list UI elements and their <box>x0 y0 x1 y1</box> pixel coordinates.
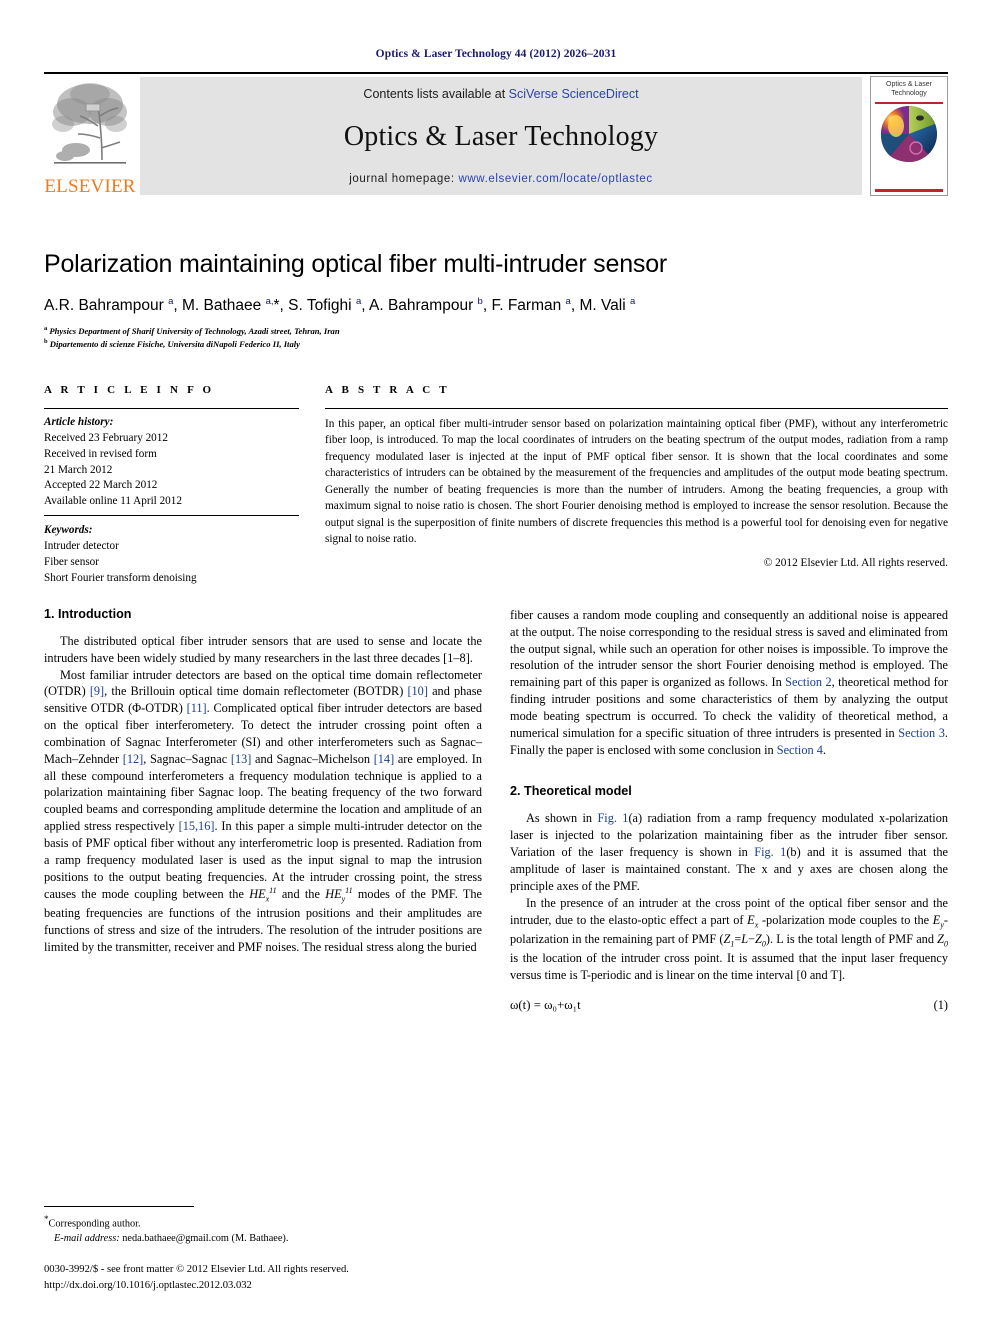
affiliation-b-text: Dipartemento di scienze Fisiche, Univers… <box>49 339 300 350</box>
elsevier-wordmark: ELSEVIER <box>44 176 136 197</box>
homepage-prefix: journal homepage: <box>349 173 459 185</box>
right-column: fiber causes a random mode coupling and … <box>510 607 948 1013</box>
article-info-heading: A R T I C L E I N F O <box>44 383 215 396</box>
abstract-column: A B S T R A C T In this paper, an optica… <box>325 384 948 587</box>
body-columns: 1. Introduction The distributed optical … <box>44 607 948 1013</box>
info-abstract-zone: A R T I C L E I N F O Article history: R… <box>44 384 948 587</box>
intro-p2-i: and the <box>276 886 326 901</box>
email-value[interactable]: neda.bathaee@gmail.com (M. Bathaee). <box>120 1233 288 1244</box>
banner-center: Contents lists available at SciVerse Sci… <box>140 77 862 195</box>
cover-title: Optics & Laser Technology <box>886 81 932 97</box>
symbol-z0: Z0 <box>937 931 948 949</box>
cover-divider-top <box>875 101 943 104</box>
mode-symbol-hey: HEy11 <box>325 885 353 904</box>
xref-section-4[interactable]: Section 4 <box>777 743 823 757</box>
cover-artwork <box>878 105 940 162</box>
contents-list-line: Contents lists available at SciVerse Sci… <box>363 87 638 101</box>
symbol-ey: Ey <box>932 912 944 929</box>
abstract-text: In this paper, an optical fiber multi-in… <box>325 417 948 546</box>
keyword-item: Short Fourier transform denoising <box>44 571 197 584</box>
cover-artwork-svg <box>880 105 937 162</box>
intro-p2-f: and Sagnac–Michelson <box>251 751 374 766</box>
journal-cover-thumbnail: Optics & Laser Technology <box>870 76 948 196</box>
running-head: Optics & Laser Technology 44 (2012) 2026… <box>375 48 617 60</box>
elsevier-logo: ELSEVIER <box>44 74 136 198</box>
corresponding-author-note: *Corresponding author. <box>44 1213 482 1232</box>
citation-15-16[interactable]: [15,16] <box>179 819 215 833</box>
expression-z1: Z1=L−Z0 <box>723 931 766 949</box>
contents-prefix: Contents lists available at <box>363 87 509 101</box>
citation-11[interactable]: [11] <box>187 701 207 715</box>
imprint-line-1: 0030-3992/$ - see front matter © 2012 El… <box>44 1264 349 1276</box>
intro-p1-text: The distributed optical fiber intruder s… <box>44 633 482 665</box>
history-item: Accepted 22 March 2012 <box>44 479 158 492</box>
intro-p2-b: , the Brillouin optical time domain refl… <box>104 684 408 699</box>
equation-1-row: ω(t) = ω₀+ω₁t (1) <box>510 998 948 1013</box>
journal-title: Optics & Laser Technology <box>343 121 659 152</box>
theory-p2-e: is the location of the intruder cross po… <box>510 951 948 983</box>
footnote-rule <box>44 1205 194 1207</box>
author-list: A.R. Bahrampour a, M. Bathaee a,*, S. To… <box>44 295 636 314</box>
symbol-ex: Ex <box>747 912 759 929</box>
theory-p2-d: ). L is the total length of PMF and <box>765 931 938 946</box>
abstract-copyright: © 2012 Elsevier Ltd. All rights reserved… <box>763 556 948 569</box>
citation-14[interactable]: [14] <box>374 752 395 766</box>
history-item: 21 March 2012 <box>44 463 113 476</box>
article-info-column: A R T I C L E I N F O Article history: R… <box>44 384 299 587</box>
article-history-label: Article history: <box>44 415 114 428</box>
keyword-item: Fiber sensor <box>44 556 99 569</box>
theory-paragraph-2: In the presence of an intruder at the cr… <box>510 895 948 984</box>
affiliation-b: b Dipartemento di scienze Fisiche, Unive… <box>44 338 948 350</box>
affiliation-a-text: Physics Department of Sharif University … <box>49 325 340 336</box>
equation-1-number: (1) <box>933 998 948 1013</box>
intro-paragraph-2: Most familiar intruder detectors are bas… <box>44 667 482 956</box>
affiliation-marker-a: a <box>44 325 48 333</box>
heading-theoretical-model: 2. Theoretical model <box>510 784 632 799</box>
imprint-line-2[interactable]: http://dx.doi.org/10.1016/j.optlastec.20… <box>44 1278 482 1293</box>
imprint-block: 0030-3992/$ - see front matter © 2012 El… <box>44 1262 482 1293</box>
cover-divider-bottom <box>875 189 943 192</box>
article-page: Optics & Laser Technology 44 (2012) 2026… <box>0 0 992 1323</box>
intro-p2-e: , Sagnac–Sagnac <box>143 751 231 766</box>
corresponding-author-text: Corresponding author. <box>48 1218 141 1230</box>
right-p1-d: . <box>822 742 826 757</box>
citation-10[interactable]: [10] <box>407 684 428 698</box>
footer-zone: *Corresponding author. E-mail address: n… <box>44 1205 482 1293</box>
heading-introduction: 1. Introduction <box>44 606 132 621</box>
affiliation-a: a Physics Department of Sharif Universit… <box>44 325 948 337</box>
abstract-heading: A B S T R A C T <box>325 383 450 396</box>
email-note: E-mail address: neda.bathaee@gmail.com (… <box>44 1232 482 1247</box>
history-item: Received in revised form <box>44 447 157 460</box>
xref-fig-1b[interactable]: Fig. 1 <box>754 845 786 859</box>
history-item: Available online 11 April 2012 <box>44 495 182 508</box>
email-label: E-mail address: <box>54 1232 120 1244</box>
equation-1: ω(t) = ω₀+ω₁t <box>510 998 581 1013</box>
keywords-block: Keywords: Intruder detector Fiber sensor… <box>44 516 299 587</box>
sciencedirect-link[interactable]: SciVerse ScienceDirect <box>509 87 639 101</box>
elsevier-tree-icon <box>52 83 127 164</box>
intro-paragraph-1: The distributed optical fiber intruder s… <box>44 633 482 667</box>
theory-p2-b: -polarization mode couples to the <box>758 912 933 927</box>
title-block: Polarization maintaining optical fiber m… <box>44 250 948 351</box>
citation-9[interactable]: [9] <box>90 684 104 698</box>
keywords-label: Keywords: <box>44 524 93 537</box>
xref-fig-1a[interactable]: Fig. 1 <box>597 811 628 825</box>
affiliation-marker-b: b <box>44 338 48 346</box>
xref-section-2[interactable]: Section 2 <box>785 675 831 689</box>
page-title: Polarization maintaining optical fiber m… <box>44 250 668 278</box>
citation-12[interactable]: [12] <box>123 752 144 766</box>
journal-homepage-line: journal homepage: www.elsevier.com/locat… <box>349 173 653 185</box>
left-column: 1. Introduction The distributed optical … <box>44 607 482 1013</box>
article-history: Article history: Received 23 February 20… <box>44 409 299 515</box>
keyword-item: Intruder detector <box>44 540 119 553</box>
citation-13[interactable]: [13] <box>231 752 252 766</box>
history-item: Received 23 February 2012 <box>44 431 168 444</box>
homepage-url-link[interactable]: www.elsevier.com/locate/optlastec <box>458 173 652 185</box>
xref-section-3[interactable]: Section 3 <box>898 726 945 740</box>
mode-symbol-hex: HEx11 <box>249 885 277 904</box>
theory-p1-a: As shown in <box>526 811 598 826</box>
theory-paragraph-1: As shown in Fig. 1(a) radiation from a r… <box>510 810 948 894</box>
right-paragraph-1: fiber causes a random mode coupling and … <box>510 607 948 759</box>
journal-banner: ELSEVIER Contents lists available at Sci… <box>44 72 948 198</box>
